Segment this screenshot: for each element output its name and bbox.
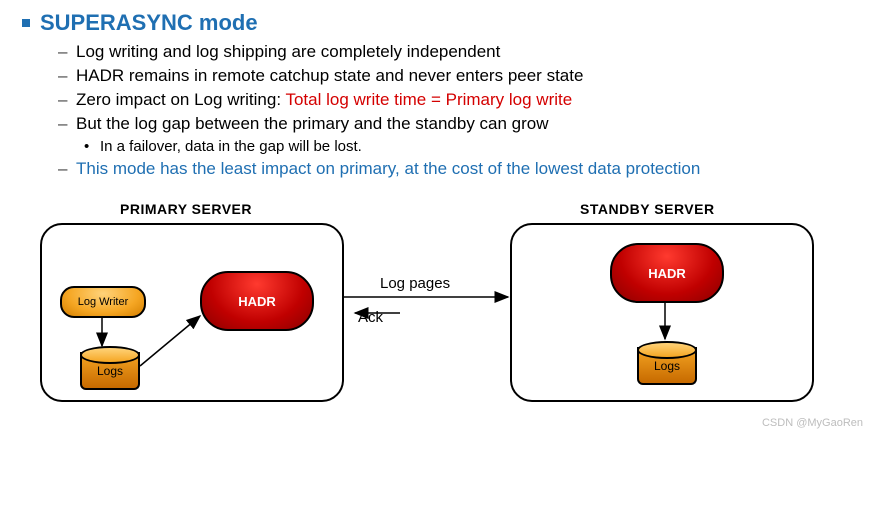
diagram-arrows xyxy=(20,201,840,431)
sub-list-item: • In a failover, data in the gap will be… xyxy=(84,138,869,155)
list-text: Zero impact on Log writing: Total log wr… xyxy=(76,90,572,110)
title-bullet-icon xyxy=(22,19,30,27)
watermark: CSDN @MyGaoRen xyxy=(762,417,863,429)
list-text: Log writing and log shipping are complet… xyxy=(76,42,500,62)
architecture-diagram: PRIMARY SERVER STANDBY SERVER Log Writer… xyxy=(20,201,869,431)
bullet-list: – Log writing and log shipping are compl… xyxy=(58,42,869,179)
list-text-highlight: This mode has the least impact on primar… xyxy=(76,159,700,179)
equation-text: Total log write time = Primary log write xyxy=(285,90,572,109)
list-item: – HADR remains in remote catchup state a… xyxy=(58,66,869,86)
sub-list-text: In a failover, data in the gap will be l… xyxy=(100,138,362,155)
list-item: – But the log gap between the primary an… xyxy=(58,114,869,134)
list-text: HADR remains in remote catchup state and… xyxy=(76,66,583,86)
page-title: SUPERASYNC mode xyxy=(40,10,258,36)
list-text: But the log gap between the primary and … xyxy=(76,114,549,134)
list-item: – Log writing and log shipping are compl… xyxy=(58,42,869,62)
list-item: – Zero impact on Log writing: Total log … xyxy=(58,90,869,110)
list-item: – This mode has the least impact on prim… xyxy=(58,159,869,179)
